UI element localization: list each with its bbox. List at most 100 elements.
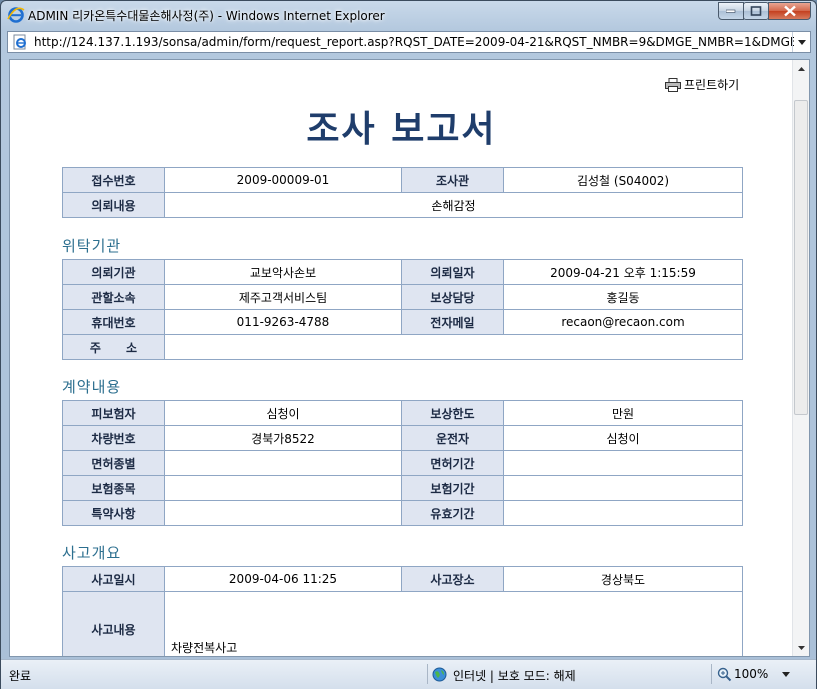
table-row: 접수번호 2009-00009-01 조사관 김성철 (S04002) xyxy=(62,167,743,193)
insurance-type-label: 보험종목 xyxy=(62,475,165,501)
consign-section-title: 위탁기관 xyxy=(62,237,122,255)
email-label: 전자메일 xyxy=(401,309,504,335)
maximize-icon xyxy=(750,6,762,16)
license-type-value xyxy=(164,450,402,476)
request-date-label: 의뢰일자 xyxy=(401,259,504,285)
status-divider xyxy=(711,664,712,684)
limit-value: 만원 xyxy=(503,400,743,426)
address-label: 주 소 xyxy=(62,334,165,360)
browser-window: ADMIN 리카온특수대물손해사정(주) - Windows Internet … xyxy=(0,0,817,689)
zoom-icon xyxy=(717,667,732,682)
table-row: 면허종별 면허기간 xyxy=(62,450,743,476)
maximize-button[interactable] xyxy=(743,2,769,20)
valid-period-label: 유효기간 xyxy=(401,500,504,526)
office-label: 관할소속 xyxy=(62,284,165,310)
table-row: 주 소 xyxy=(62,334,743,360)
page-title: 조사 보고서 xyxy=(306,109,497,150)
special-label: 특약사항 xyxy=(62,500,165,526)
globe-icon xyxy=(432,667,447,682)
phone-label: 휴대번호 xyxy=(62,309,165,335)
internet-explorer-icon xyxy=(7,7,25,23)
consign-table: 의뢰기관 교보악사손보 의뢰일자 2009-04-21 오후 1:15:59 관… xyxy=(62,259,743,360)
table-row: 특약사항 유효기간 xyxy=(62,500,743,526)
status-divider xyxy=(427,664,428,684)
table-row: 사고일시 2009-04-06 11:25 사고장소 경상북도 xyxy=(62,566,743,592)
receipt-no-value: 2009-00009-01 xyxy=(164,167,402,193)
accident-date-label: 사고일시 xyxy=(62,566,165,592)
receipt-no-label: 접수번호 xyxy=(62,167,165,193)
address-bar[interactable]: http://124.137.1.193/sonsa/admin/form/re… xyxy=(7,31,811,53)
investigator-label: 조사관 xyxy=(401,167,504,193)
vertical-scrollbar[interactable] xyxy=(792,60,809,656)
handler-label: 보상담당 xyxy=(401,284,504,310)
status-text: 완료 xyxy=(9,669,32,683)
insured-label: 피보험자 xyxy=(62,400,165,426)
zoom-level[interactable]: 100% xyxy=(734,667,768,681)
request-content-value: 손해감정 xyxy=(164,192,743,218)
accident-place-value: 경상북도 xyxy=(503,566,743,592)
chevron-down-icon[interactable] xyxy=(782,672,790,677)
address-value xyxy=(164,334,743,360)
print-link[interactable]: 프린트하기 xyxy=(665,76,739,93)
org-label: 의뢰기관 xyxy=(62,259,165,285)
driver-label: 운전자 xyxy=(401,425,504,451)
accident-content-value: 차량전복사고 xyxy=(164,591,743,656)
valid-period-value xyxy=(503,500,743,526)
insurance-period-label: 보험기간 xyxy=(401,475,504,501)
status-bar: 완료 인터넷 | 보호 모드: 해제 100% xyxy=(1,659,816,689)
insured-value: 심청이 xyxy=(164,400,402,426)
accident-content-label: 사고내용 xyxy=(62,591,165,656)
accident-section-title: 사고개요 xyxy=(62,544,122,562)
org-value: 교보악사손보 xyxy=(164,259,402,285)
report-page: 프린트하기 조사 보고서 접수번호 2009-00009-01 조사관 김성철 … xyxy=(10,60,793,656)
accident-place-label: 사고장소 xyxy=(401,566,504,592)
email-value: recaon@recaon.com xyxy=(503,309,743,335)
table-row: 관할소속 제주고객서비스팀 보상담당 홍길동 xyxy=(62,284,743,310)
accident-date-value: 2009-04-06 11:25 xyxy=(164,566,402,592)
chevron-down-icon xyxy=(797,39,806,45)
table-row: 보험종목 보험기간 xyxy=(62,475,743,501)
chevron-up-icon xyxy=(797,66,805,71)
close-button[interactable] xyxy=(768,2,811,20)
receipt-table: 접수번호 2009-00009-01 조사관 김성철 (S04002) 의뢰내용… xyxy=(62,167,743,218)
scrollbar-thumb[interactable] xyxy=(794,100,808,415)
page-icon xyxy=(13,34,26,50)
phone-value: 011-9263-4788 xyxy=(164,309,402,335)
chevron-down-icon xyxy=(797,645,805,650)
accident-table: 사고일시 2009-04-06 11:25 사고장소 경상북도 사고내용 차량전… xyxy=(62,566,743,656)
table-row: 사고내용 차량전복사고 xyxy=(62,591,743,656)
table-row: 휴대번호 011-9263-4788 전자메일 recaon@recaon.co… xyxy=(62,309,743,335)
table-row: 의뢰기관 교보악사손보 의뢰일자 2009-04-21 오후 1:15:59 xyxy=(62,259,743,285)
address-dropdown-button[interactable] xyxy=(792,32,810,52)
title-bar[interactable]: ADMIN 리카온특수대물손해사정(주) - Windows Internet … xyxy=(1,1,816,29)
vehicle-no-value: 경북가8522 xyxy=(164,425,402,451)
office-value: 제주고객서비스팀 xyxy=(164,284,402,310)
printer-icon xyxy=(665,77,681,92)
vehicle-no-label: 차량번호 xyxy=(62,425,165,451)
driver-value: 심청이 xyxy=(503,425,743,451)
contract-section-title: 계약내용 xyxy=(62,378,122,396)
request-content-label: 의뢰내용 xyxy=(62,192,165,218)
investigator-value: 김성철 (S04002) xyxy=(503,167,743,193)
security-zone[interactable]: 인터넷 | 보호 모드: 해제 xyxy=(453,667,576,684)
license-type-label: 면허종별 xyxy=(62,450,165,476)
insurance-period-value xyxy=(503,475,743,501)
scroll-up-button[interactable] xyxy=(793,60,809,77)
table-row: 차량번호 경북가8522 운전자 심청이 xyxy=(62,425,743,451)
print-label[interactable]: 프린트하기 xyxy=(684,76,739,93)
scroll-down-button[interactable] xyxy=(793,639,809,656)
window-title: ADMIN 리카온특수대물손해사정(주) - Windows Internet … xyxy=(28,9,385,23)
special-value xyxy=(164,500,402,526)
content-viewport: 프린트하기 조사 보고서 접수번호 2009-00009-01 조사관 김성철 … xyxy=(9,59,810,657)
table-row: 피보험자 심청이 보상한도 만원 xyxy=(62,400,743,426)
close-icon xyxy=(783,5,796,17)
limit-label: 보상한도 xyxy=(401,400,504,426)
table-row: 의뢰내용 손해감정 xyxy=(62,192,743,218)
url-text[interactable]: http://124.137.1.193/sonsa/admin/form/re… xyxy=(34,35,794,49)
insurance-type-value xyxy=(164,475,402,501)
license-period-label: 면허기간 xyxy=(401,450,504,476)
license-period-value xyxy=(503,450,743,476)
minimize-icon xyxy=(726,9,736,13)
handler-value: 홍길동 xyxy=(503,284,743,310)
minimize-button[interactable] xyxy=(718,2,744,20)
